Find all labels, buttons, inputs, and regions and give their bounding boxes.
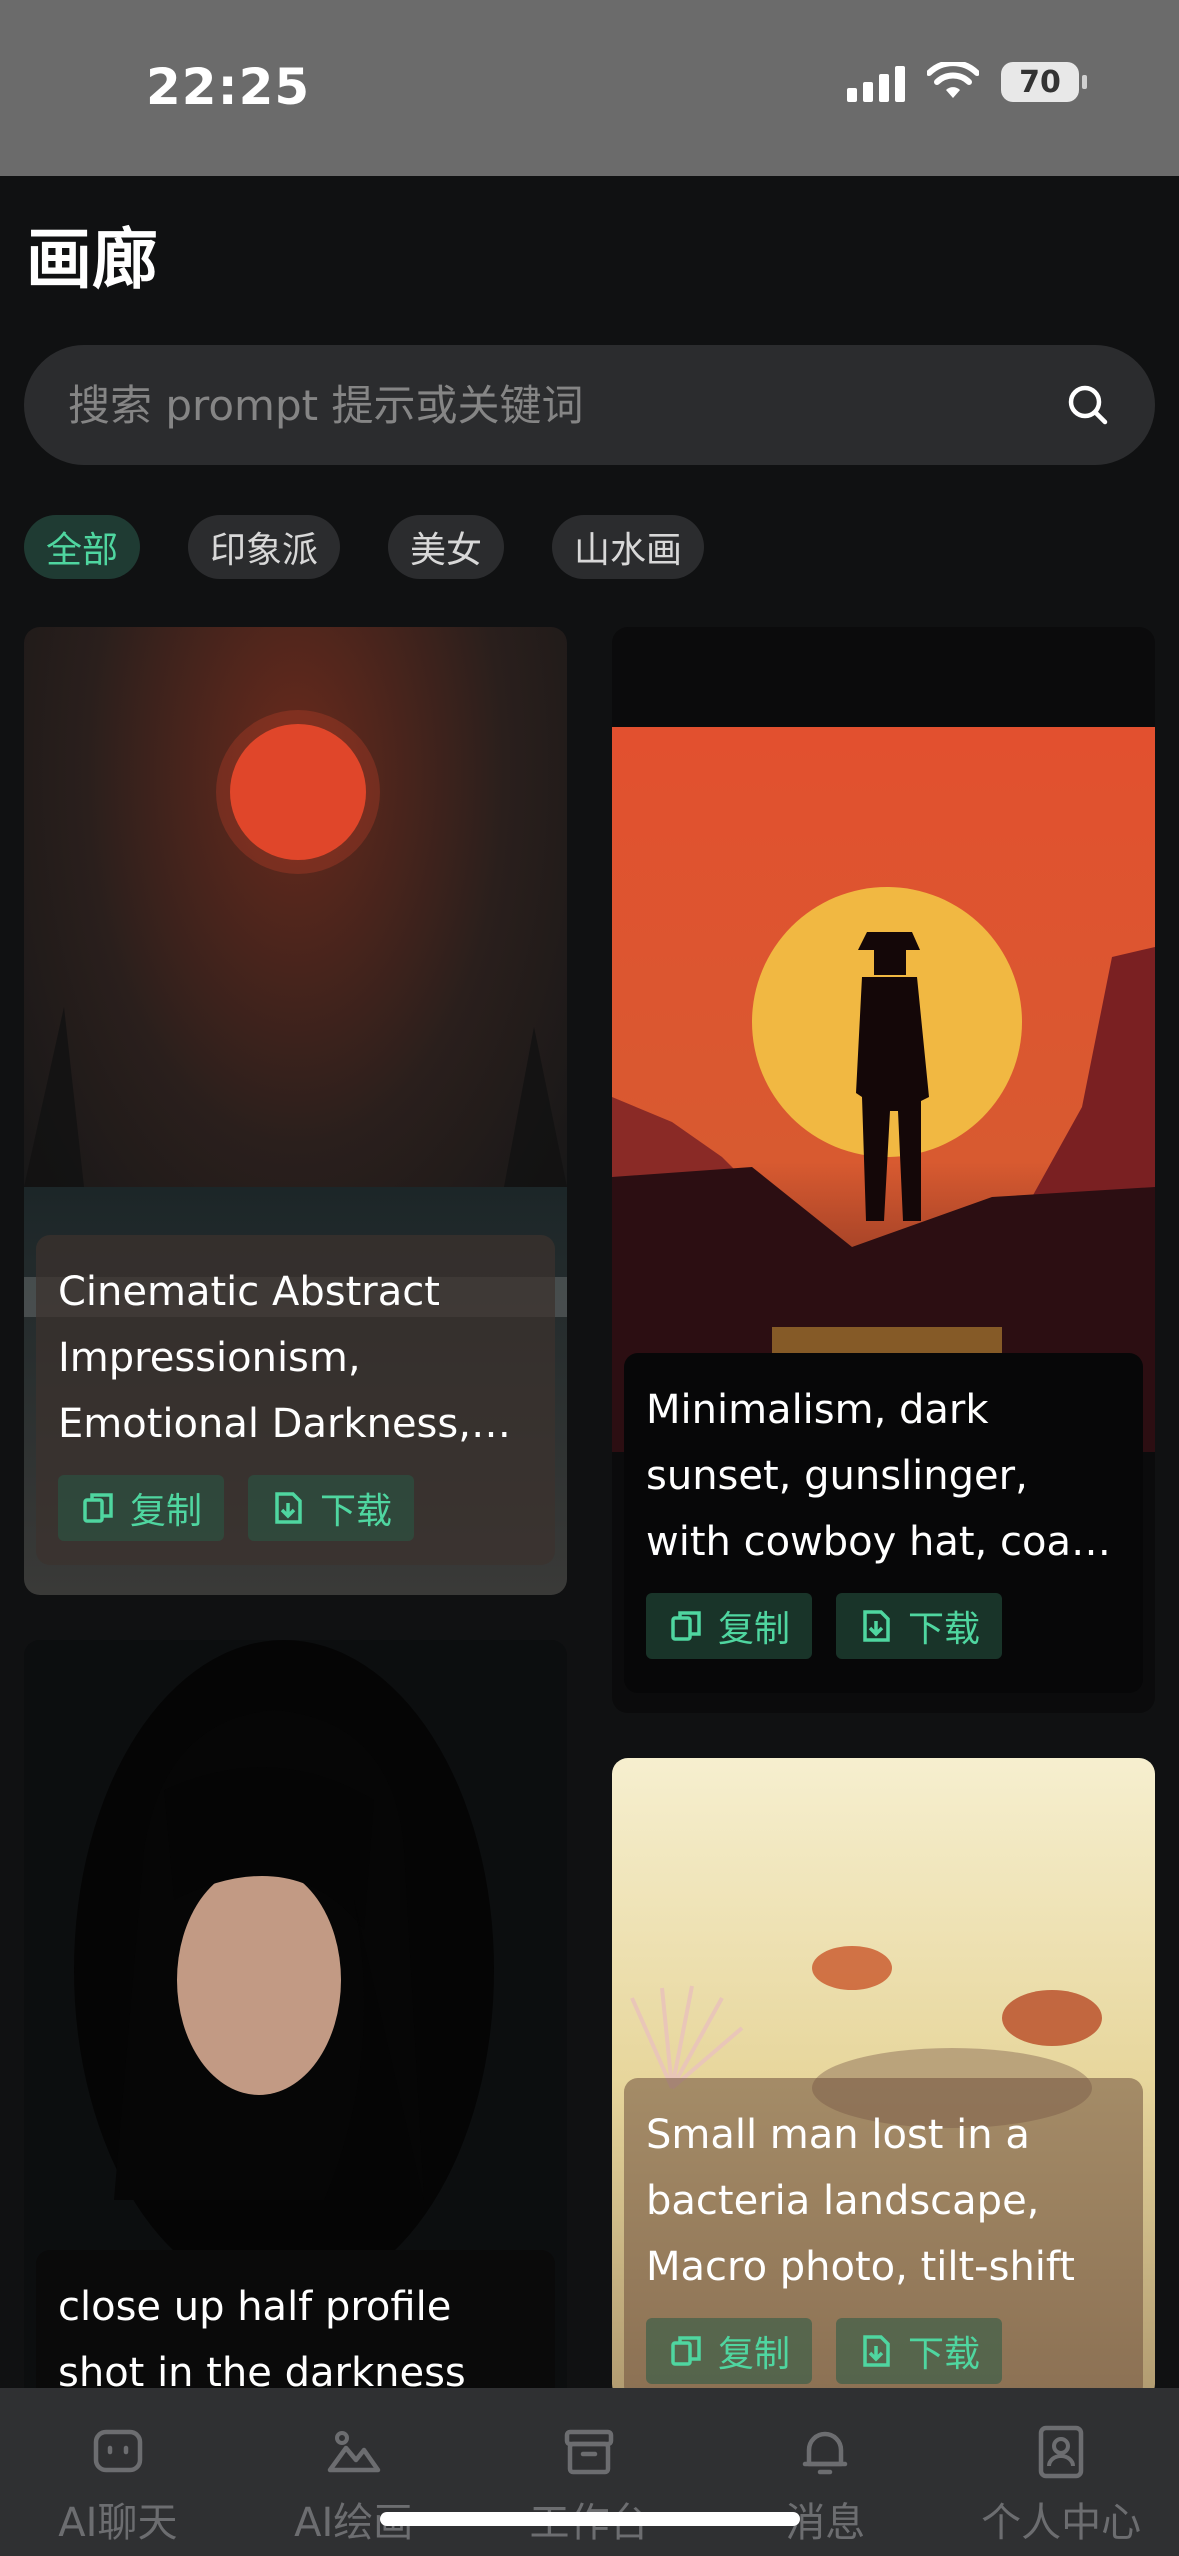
tab-profile[interactable]: 个人中心	[961, 2424, 1161, 2556]
search-icon[interactable]	[1065, 382, 1111, 428]
mountain-image-icon	[327, 2431, 380, 2473]
card-actions: 复制 下载	[646, 1593, 1121, 1659]
card-caption: close up half profile shot in the darkne…	[36, 2250, 555, 2400]
copy-button[interactable]: 复制	[646, 2318, 813, 2384]
download-button[interactable]: 下载	[248, 1475, 415, 1541]
download-button[interactable]: 下载	[836, 2318, 1003, 2384]
card-caption: Cinematic Abstract Impressionism, Emotio…	[36, 1235, 555, 1565]
copy-button[interactable]: 复制	[646, 1593, 813, 1659]
caption-text: Cinematic Abstract Impressionism, Emotio…	[58, 1269, 471, 1447]
download-label: 下载	[320, 1491, 393, 1532]
card-caption: Small man lost in a bacteria landscape, …	[624, 2078, 1143, 2400]
tab-label: AI聊天	[58, 2500, 178, 2546]
card-actions: 复制 下载	[646, 2318, 1121, 2384]
gallery-card[interactable]: close up half profile shot in the darkne…	[24, 1640, 567, 2400]
bottom-tab-bar: AI聊天 AI绘画 工作台 消息 个人中心	[0, 2388, 1179, 2556]
home-indicator[interactable]	[380, 2512, 800, 2526]
chip-beauty[interactable]: 美女	[388, 515, 505, 579]
tab-workbench[interactable]: 工作台	[489, 2424, 689, 2556]
gallery-card[interactable]: Cinematic Abstract Impressionism, Emotio…	[24, 627, 567, 1595]
copy-button[interactable]: 复制	[58, 1475, 225, 1541]
category-chips: 全部 印象派 美女 山水画	[24, 515, 705, 579]
caption-text: close up half profile shot in the darkne…	[58, 2284, 466, 2396]
download-icon	[863, 2335, 890, 2367]
card-caption: Minimalism, dark sunset, gunslinger, wit…	[624, 1353, 1143, 1693]
tab-messages[interactable]: 消息	[725, 2424, 925, 2556]
gallery-card[interactable]: Small man lost in a bacteria landscape, …	[612, 1758, 1155, 2400]
copy-label: 复制	[718, 1609, 791, 1650]
copy-icon	[83, 1493, 113, 1523]
bell-icon	[803, 2431, 848, 2475]
copy-icon	[671, 2336, 701, 2366]
card-actions: 复制 下载	[58, 1475, 533, 1541]
copy-label: 复制	[130, 1491, 203, 1532]
search-bar[interactable]	[24, 345, 1155, 465]
profile-card-icon	[1038, 2425, 1084, 2479]
download-icon	[863, 1610, 890, 1642]
wifi-icon	[927, 62, 979, 98]
download-label: 下载	[908, 2334, 981, 2375]
tab-label: 个人中心	[981, 2500, 1142, 2546]
chat-bot-icon	[93, 2429, 143, 2473]
status-time: 22:25	[146, 58, 311, 116]
copy-icon	[671, 1611, 701, 1641]
status-icons: 70	[847, 62, 1087, 102]
page-title: 画廊	[26, 221, 158, 298]
copy-label: 复制	[718, 2334, 791, 2375]
tab-ai-painting[interactable]: AI绘画	[254, 2424, 454, 2556]
download-icon	[275, 1492, 302, 1524]
download-button[interactable]: 下载	[836, 1593, 1003, 1659]
download-label: 下载	[908, 1609, 981, 1650]
card-image[interactable]	[612, 727, 1155, 1452]
chip-all[interactable]: 全部	[24, 515, 141, 579]
cellular-signal-icon	[847, 62, 905, 102]
archive-box-icon	[565, 2429, 614, 2475]
status-bar: 22:25 70	[0, 0, 1179, 176]
caption-text: Small man lost in a bacteria landscape, …	[646, 2112, 1075, 2290]
chip-impressionism[interactable]: 印象派	[188, 515, 341, 579]
battery-icon: 70	[1001, 62, 1087, 102]
tab-ai-chat[interactable]: AI聊天	[18, 2424, 218, 2556]
search-input[interactable]	[68, 380, 1065, 430]
gallery-card[interactable]: Minimalism, dark sunset, gunslinger, wit…	[612, 627, 1155, 1713]
caption-text: Minimalism, dark sunset, gunslinger, wit…	[646, 1387, 1087, 1565]
chip-landscape-painting[interactable]: 山水画	[552, 515, 705, 579]
